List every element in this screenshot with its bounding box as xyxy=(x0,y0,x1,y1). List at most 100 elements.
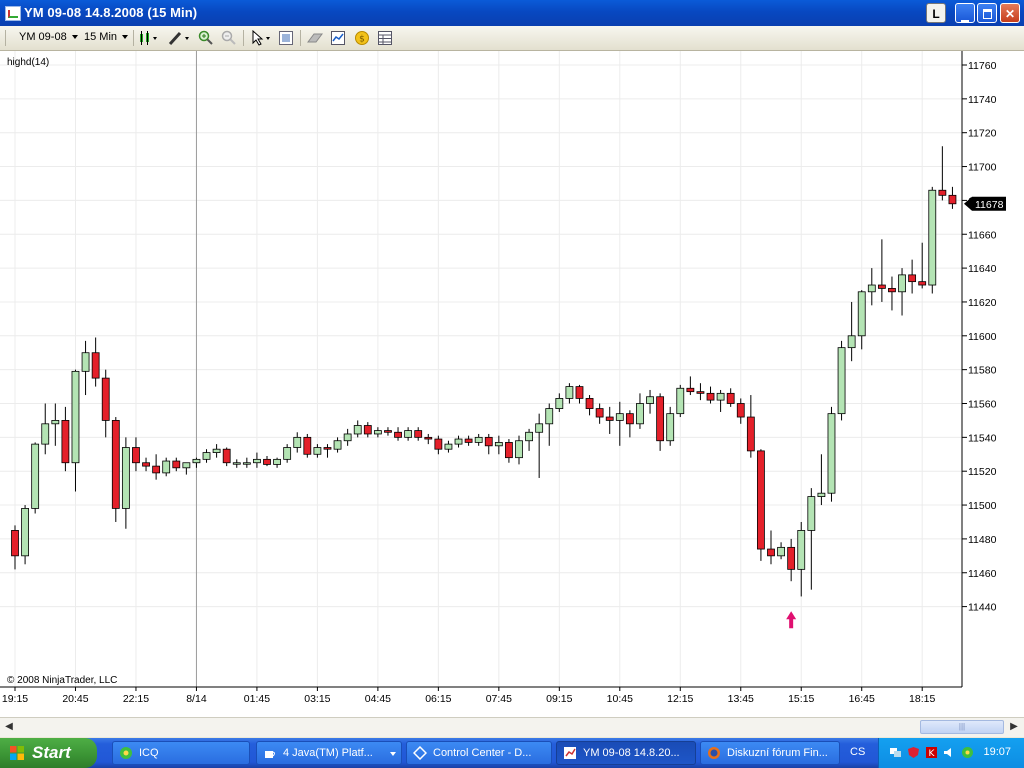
candle-body xyxy=(132,447,140,464)
candle-body xyxy=(656,396,665,442)
candle-body xyxy=(343,433,352,442)
chart-app-icon xyxy=(564,747,576,759)
time-tick-label: 04:45 xyxy=(365,693,391,705)
candlestick-icon xyxy=(140,31,157,45)
cursor-mode-button[interactable] xyxy=(250,29,270,46)
chart-panel[interactable]: 11440 11460 11480 11500 11520 11540 11560 11580… xyxy=(0,51,1024,717)
candle-body xyxy=(414,430,423,438)
task-java[interactable]: 4 Java(TM) Platf... xyxy=(256,741,402,765)
indicator-label: highd(14) xyxy=(7,57,50,68)
zoom-in-button[interactable] xyxy=(198,30,214,46)
price-tick-label: 11600 xyxy=(968,331,997,343)
scroll-thumb[interactable]: ||| xyxy=(920,720,1004,734)
chart-scrollbar[interactable]: ◀ ||| ▶ xyxy=(0,717,1024,737)
price-tick-label: 11620 xyxy=(968,297,997,309)
time-tick-label: 16:45 xyxy=(849,693,875,705)
candle-body xyxy=(454,438,463,445)
candle-body xyxy=(404,430,413,438)
candle-body xyxy=(595,408,604,418)
properties-button[interactable]: $ xyxy=(354,30,370,46)
candle-body xyxy=(777,546,785,557)
data-box-button[interactable] xyxy=(278,30,294,46)
strategies-button[interactable] xyxy=(306,30,323,46)
network-icon[interactable] xyxy=(889,746,902,759)
grid-table-icon xyxy=(378,31,392,45)
time-tick-label: 8/14 xyxy=(186,693,207,705)
scroll-left-arrow-icon[interactable]: ◀ xyxy=(3,721,15,733)
candle-body xyxy=(121,447,130,509)
candle-body xyxy=(505,442,513,459)
zoom-out-icon xyxy=(221,30,236,45)
candle-body xyxy=(515,440,523,459)
template-button[interactable] xyxy=(377,30,393,46)
candle-body xyxy=(394,431,402,438)
candle-body xyxy=(746,416,755,452)
zoom-out-button[interactable] xyxy=(221,30,237,46)
candle-body xyxy=(888,288,896,293)
task-firefox[interactable]: Diskuzní fórum Fin... xyxy=(700,741,840,765)
candle-body xyxy=(192,458,201,464)
candle-body xyxy=(323,447,332,450)
candle-body xyxy=(757,450,765,550)
price-tick-label: 11720 xyxy=(968,128,997,140)
candle-body xyxy=(736,403,745,418)
candle-body xyxy=(253,458,261,464)
candle-body xyxy=(273,458,281,465)
chart-toolbar: YM 09-08 15 Min $ xyxy=(0,26,1024,51)
time-tick-label: 03:15 xyxy=(304,693,330,705)
candle-body xyxy=(726,392,735,404)
candle-body xyxy=(807,496,816,531)
data-box-icon xyxy=(279,31,293,45)
candle-body xyxy=(837,347,846,415)
candle-body xyxy=(615,413,624,421)
close-icon: ✕ xyxy=(1004,7,1016,21)
drawing-tools-button[interactable] xyxy=(168,30,189,46)
chart-app-icon xyxy=(5,6,21,21)
link-button[interactable]: L xyxy=(926,3,946,23)
candle-body xyxy=(363,425,372,435)
scroll-right-arrow-icon[interactable]: ▶ xyxy=(1008,721,1020,733)
price-tick-label: 11460 xyxy=(968,568,997,580)
shield-icon[interactable] xyxy=(907,746,920,759)
candle-body xyxy=(61,420,70,464)
price-tick-label: 11740 xyxy=(968,94,997,106)
candle-body xyxy=(646,396,654,404)
time-tick-label: 15:15 xyxy=(788,693,814,705)
task-chart-window[interactable]: YM 09-08 14.8.20... xyxy=(556,741,696,765)
svg-text:$: $ xyxy=(359,35,365,45)
task-icq[interactable]: ICQ xyxy=(112,741,250,765)
price-tick-label: 11580 xyxy=(968,365,997,377)
instrument-selector[interactable]: YM 09-08 xyxy=(19,29,78,46)
close-button[interactable]: ✕ xyxy=(1000,3,1020,23)
window-titlebar[interactable]: YM 09-08 14.8.2008 (15 Min) L ✕ xyxy=(0,0,1024,26)
indicators-button[interactable] xyxy=(330,30,346,46)
grid-layer xyxy=(0,51,962,687)
minimize-button[interactable] xyxy=(955,3,975,23)
icq-flower-icon[interactable] xyxy=(961,746,974,759)
candle-body xyxy=(11,530,19,557)
task-label: ICQ xyxy=(139,747,159,759)
time-tick-label: 22:15 xyxy=(123,693,149,705)
interval-selector[interactable]: 15 Min xyxy=(84,29,129,46)
price-chart[interactable]: 11440 11460 11480 11500 11520 11540 11560 11580… xyxy=(0,51,1024,717)
candle-body xyxy=(847,335,856,349)
start-button[interactable]: Start xyxy=(0,738,97,768)
task-label: YM 09-08 14.8.20... xyxy=(583,747,680,759)
candle-body xyxy=(928,189,937,286)
candle-body xyxy=(51,420,60,425)
antivirus-icon[interactable]: K xyxy=(925,746,938,759)
price-tick-label: 11520 xyxy=(968,466,997,478)
volume-icon[interactable] xyxy=(943,746,956,759)
language-indicator[interactable]: CS xyxy=(850,746,865,758)
task-control-center[interactable]: Control Center - D... xyxy=(406,741,552,765)
candle-body xyxy=(313,447,322,455)
windows-logo-icon xyxy=(10,746,24,760)
candle-body xyxy=(212,448,221,453)
indicator-chart-icon xyxy=(331,31,345,45)
chart-style-button[interactable] xyxy=(138,30,157,46)
candle-body xyxy=(384,430,392,433)
candle-body xyxy=(464,438,473,443)
time-tick-label: 06:15 xyxy=(425,693,451,705)
restore-button[interactable] xyxy=(977,3,997,23)
candle-body xyxy=(424,436,433,440)
